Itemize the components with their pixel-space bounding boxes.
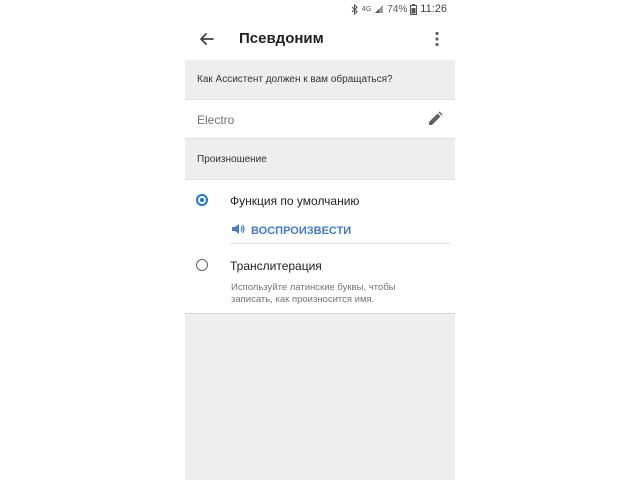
edit-pencil-icon[interactable] (427, 111, 443, 127)
bluetooth-icon (351, 3, 359, 15)
battery-icon (410, 3, 418, 15)
signal-icon (374, 4, 384, 14)
page-title: Псевдоним (239, 30, 324, 47)
option-default[interactable]: Функция по умолчанию ВОСПРОИЗВЕСТИ (185, 180, 455, 243)
clock: 11:26 (420, 3, 447, 15)
app-bar: Псевдоним (185, 18, 455, 60)
pronunciation-options: Функция по умолчанию ВОСПРОИЗВЕСТИ Транс… (185, 179, 455, 314)
radio-default-selected[interactable] (196, 194, 208, 206)
option-transliteration[interactable]: Транслитерация Используйте латинские бук… (185, 244, 455, 314)
transliteration-hint: Используйте латинские буквы, чтобы запис… (231, 282, 396, 305)
play-button-label: ВОСПРОИЗВЕСТИ (251, 225, 352, 237)
phone-screen: 4G 74% 11:26 Псевдоним Как Ассистент дол… (185, 0, 455, 480)
battery-level: 74% (387, 3, 408, 15)
option-transliteration-label: Транслитерация (230, 259, 322, 273)
nickname-value: Electro (197, 113, 235, 127)
nickname-field[interactable]: Electro (185, 99, 455, 139)
network-type: 4G (361, 5, 372, 13)
pronunciation-section-header: Произношение (185, 139, 455, 179)
back-arrow-icon[interactable] (197, 29, 217, 49)
more-vert-icon[interactable] (427, 29, 447, 49)
speaker-icon (231, 222, 245, 240)
play-button[interactable]: ВОСПРОИЗВЕСТИ (231, 222, 351, 240)
status-bar: 4G 74% 11:26 (185, 0, 455, 18)
option-default-label: Функция по умолчанию (230, 194, 360, 208)
radio-transliteration[interactable] (196, 259, 208, 271)
nickname-section-header: Как Ассистент должен к вам обращаться? (185, 60, 455, 99)
